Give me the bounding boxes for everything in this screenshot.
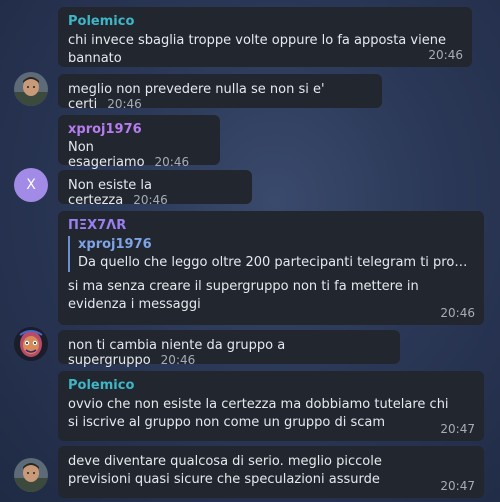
message-time: 20:46 bbox=[428, 48, 463, 62]
message-text: si ma senza creare il supergruppo non ti… bbox=[68, 279, 419, 312]
message-time: 20:47 bbox=[440, 479, 475, 493]
sender-name[interactable]: ΠΞΧ7ΛR bbox=[68, 218, 474, 233]
message-bubble[interactable]: ΠΞΧ7ΛR xproj1976 Da quello che leggo olt… bbox=[58, 211, 484, 325]
avatar-xproj1976[interactable]: X bbox=[14, 168, 48, 202]
message-time: 20:47 bbox=[440, 422, 475, 436]
message-text: chi invece sbaglia troppe volte oppure l… bbox=[68, 33, 446, 66]
message-time: 20:46 bbox=[107, 97, 142, 111]
message-time: 20:46 bbox=[160, 353, 196, 367]
sender-name[interactable]: Polemico bbox=[68, 14, 462, 29]
avatar-nexar[interactable] bbox=[14, 327, 48, 361]
reply-quote[interactable]: xproj1976 Da quello che leggo oltre 200 … bbox=[68, 236, 474, 272]
message-time: 20:46 bbox=[154, 155, 190, 169]
message-text: ovvio che non esiste la certezza ma dobb… bbox=[68, 397, 449, 430]
avatar-letter: X bbox=[26, 177, 36, 193]
sender-name[interactable]: xproj1976 bbox=[68, 122, 210, 137]
user-photo-icon bbox=[14, 72, 48, 106]
user-photo-icon bbox=[14, 458, 48, 492]
message-bubble[interactable]: meglio non prevedere nulla se non si e' … bbox=[58, 74, 382, 112]
message-bubble[interactable]: Non esiste la certezza 20:46 bbox=[58, 170, 252, 208]
message-time: 20:46 bbox=[133, 193, 168, 207]
avatar-polemico[interactable] bbox=[14, 458, 48, 492]
message-bubble[interactable]: Polemico chi invece sbaglia troppe volte… bbox=[58, 7, 472, 67]
message-text: Non esageriamo bbox=[68, 140, 145, 170]
message-time: 20:46 bbox=[440, 306, 475, 320]
message-bubble[interactable]: xproj1976 Non esageriamo 20:46 bbox=[58, 115, 220, 170]
sender-name[interactable]: Polemico bbox=[68, 378, 474, 393]
user-photo-icon bbox=[14, 327, 48, 361]
message-bubble[interactable]: non ti cambia niente da gruppo a supergr… bbox=[58, 330, 400, 368]
quote-sender: xproj1976 bbox=[78, 237, 152, 252]
message-bubble[interactable]: deve diventare qualcosa di serio. meglio… bbox=[58, 446, 484, 498]
message-text: deve diventare qualcosa di serio. meglio… bbox=[68, 454, 382, 487]
message-bubble[interactable]: Polemico ovvio che non esiste la certezz… bbox=[58, 371, 484, 441]
quote-text: Da quello che leggo oltre 200 partecipan… bbox=[78, 255, 474, 270]
avatar-polemico[interactable] bbox=[14, 72, 48, 106]
